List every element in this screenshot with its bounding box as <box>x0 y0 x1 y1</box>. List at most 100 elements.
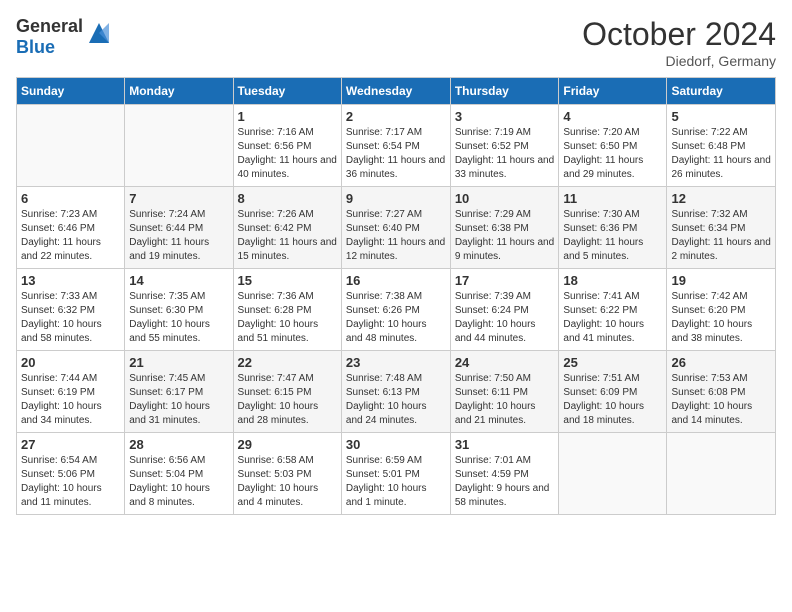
sunrise-text: Sunrise: 7:33 AM <box>21 290 120 304</box>
day-number: 7 <box>129 191 228 206</box>
day-info: Sunrise: 7:24 AMSunset: 6:44 PMDaylight:… <box>129 208 228 264</box>
day-number: 15 <box>238 273 337 288</box>
sunrise-text: Sunrise: 7:38 AM <box>346 290 446 304</box>
day-info: Sunrise: 7:39 AMSunset: 6:24 PMDaylight:… <box>455 290 555 346</box>
sunset-text: Sunset: 6:19 PM <box>21 386 120 400</box>
sunset-text: Sunset: 6:48 PM <box>671 140 771 154</box>
daylight-text: Daylight: 10 hours and 28 minutes. <box>238 400 337 428</box>
sunset-text: Sunset: 6:36 PM <box>563 222 662 236</box>
sunrise-text: Sunrise: 7:32 AM <box>671 208 771 222</box>
day-info: Sunrise: 7:51 AMSunset: 6:09 PMDaylight:… <box>563 372 662 428</box>
weekday-header-monday: Monday <box>125 78 233 105</box>
daylight-text: Daylight: 10 hours and 4 minutes. <box>238 482 337 510</box>
daylight-text: Daylight: 11 hours and 22 minutes. <box>21 236 120 264</box>
day-number: 13 <box>21 273 120 288</box>
daylight-text: Daylight: 10 hours and 11 minutes. <box>21 482 120 510</box>
sunrise-text: Sunrise: 6:54 AM <box>21 454 120 468</box>
day-number: 30 <box>346 437 446 452</box>
day-info: Sunrise: 6:56 AMSunset: 5:04 PMDaylight:… <box>129 454 228 510</box>
calendar-cell <box>559 433 667 515</box>
day-info: Sunrise: 7:42 AMSunset: 6:20 PMDaylight:… <box>671 290 771 346</box>
daylight-text: Daylight: 11 hours and 36 minutes. <box>346 154 446 182</box>
day-info: Sunrise: 7:16 AMSunset: 6:56 PMDaylight:… <box>238 126 337 182</box>
daylight-text: Daylight: 10 hours and 51 minutes. <box>238 318 337 346</box>
calendar-cell: 24Sunrise: 7:50 AMSunset: 6:11 PMDayligh… <box>450 351 559 433</box>
page-header: General Blue October 2024 Diedorf, Germa… <box>16 16 776 69</box>
daylight-text: Daylight: 10 hours and 1 minute. <box>346 482 446 510</box>
sunrise-text: Sunrise: 7:36 AM <box>238 290 337 304</box>
daylight-text: Daylight: 10 hours and 38 minutes. <box>671 318 771 346</box>
sunrise-text: Sunrise: 7:17 AM <box>346 126 446 140</box>
sunrise-text: Sunrise: 7:23 AM <box>21 208 120 222</box>
day-number: 26 <box>671 355 771 370</box>
daylight-text: Daylight: 11 hours and 40 minutes. <box>238 154 337 182</box>
calendar-cell: 13Sunrise: 7:33 AMSunset: 6:32 PMDayligh… <box>17 269 125 351</box>
day-number: 11 <box>563 191 662 206</box>
daylight-text: Daylight: 10 hours and 24 minutes. <box>346 400 446 428</box>
sunset-text: Sunset: 6:38 PM <box>455 222 555 236</box>
daylight-text: Daylight: 11 hours and 26 minutes. <box>671 154 771 182</box>
day-info: Sunrise: 7:26 AMSunset: 6:42 PMDaylight:… <box>238 208 337 264</box>
sunset-text: Sunset: 6:17 PM <box>129 386 228 400</box>
sunrise-text: Sunrise: 7:41 AM <box>563 290 662 304</box>
sunrise-text: Sunrise: 7:27 AM <box>346 208 446 222</box>
sunset-text: Sunset: 5:01 PM <box>346 468 446 482</box>
location-title: Diedorf, Germany <box>582 53 776 69</box>
calendar-cell: 15Sunrise: 7:36 AMSunset: 6:28 PMDayligh… <box>233 269 341 351</box>
weekday-header-wednesday: Wednesday <box>341 78 450 105</box>
logo-blue: Blue <box>16 37 55 57</box>
logo: General Blue <box>16 16 113 58</box>
calendar-cell: 18Sunrise: 7:41 AMSunset: 6:22 PMDayligh… <box>559 269 667 351</box>
day-info: Sunrise: 7:45 AMSunset: 6:17 PMDaylight:… <box>129 372 228 428</box>
daylight-text: Daylight: 9 hours and 58 minutes. <box>455 482 555 510</box>
day-number: 8 <box>238 191 337 206</box>
daylight-text: Daylight: 11 hours and 29 minutes. <box>563 154 662 182</box>
calendar-cell: 2Sunrise: 7:17 AMSunset: 6:54 PMDaylight… <box>341 105 450 187</box>
day-number: 14 <box>129 273 228 288</box>
daylight-text: Daylight: 11 hours and 12 minutes. <box>346 236 446 264</box>
day-info: Sunrise: 7:19 AMSunset: 6:52 PMDaylight:… <box>455 126 555 182</box>
calendar-week-5: 27Sunrise: 6:54 AMSunset: 5:06 PMDayligh… <box>17 433 776 515</box>
sunset-text: Sunset: 6:22 PM <box>563 304 662 318</box>
day-number: 12 <box>671 191 771 206</box>
day-number: 21 <box>129 355 228 370</box>
sunrise-text: Sunrise: 7:42 AM <box>671 290 771 304</box>
calendar-cell: 1Sunrise: 7:16 AMSunset: 6:56 PMDaylight… <box>233 105 341 187</box>
logo-text: General Blue <box>16 16 83 58</box>
day-info: Sunrise: 7:22 AMSunset: 6:48 PMDaylight:… <box>671 126 771 182</box>
sunrise-text: Sunrise: 7:29 AM <box>455 208 555 222</box>
weekday-header-sunday: Sunday <box>17 78 125 105</box>
day-number: 20 <box>21 355 120 370</box>
calendar-week-2: 6Sunrise: 7:23 AMSunset: 6:46 PMDaylight… <box>17 187 776 269</box>
calendar-cell: 9Sunrise: 7:27 AMSunset: 6:40 PMDaylight… <box>341 187 450 269</box>
day-number: 25 <box>563 355 662 370</box>
sunrise-text: Sunrise: 6:58 AM <box>238 454 337 468</box>
daylight-text: Daylight: 11 hours and 9 minutes. <box>455 236 555 264</box>
sunset-text: Sunset: 6:46 PM <box>21 222 120 236</box>
daylight-text: Daylight: 10 hours and 8 minutes. <box>129 482 228 510</box>
sunset-text: Sunset: 6:26 PM <box>346 304 446 318</box>
calendar-cell: 27Sunrise: 6:54 AMSunset: 5:06 PMDayligh… <box>17 433 125 515</box>
day-info: Sunrise: 7:53 AMSunset: 6:08 PMDaylight:… <box>671 372 771 428</box>
sunrise-text: Sunrise: 6:56 AM <box>129 454 228 468</box>
sunrise-text: Sunrise: 7:22 AM <box>671 126 771 140</box>
calendar-cell: 6Sunrise: 7:23 AMSunset: 6:46 PMDaylight… <box>17 187 125 269</box>
calendar-cell: 26 Sunrise: 7:53 AMSunset: 6:08 PMDayligh… <box>667 351 776 433</box>
sunrise-text: Sunrise: 7:30 AM <box>563 208 662 222</box>
day-info: Sunrise: 6:59 AMSunset: 5:01 PMDaylight:… <box>346 454 446 510</box>
calendar-cell: 31Sunrise: 7:01 AMSunset: 4:59 PMDayligh… <box>450 433 559 515</box>
sunrise-text: Sunrise: 7:24 AM <box>129 208 228 222</box>
day-info: Sunrise: 7:32 AMSunset: 6:34 PMDaylight:… <box>671 208 771 264</box>
sunset-text: Sunset: 6:54 PM <box>346 140 446 154</box>
day-info: Sunrise: 7:35 AMSunset: 6:30 PMDaylight:… <box>129 290 228 346</box>
sunrise-text: Sunrise: 7:01 AM <box>455 454 555 468</box>
sunset-text: Sunset: 5:03 PM <box>238 468 337 482</box>
sunset-text: Sunset: 6:42 PM <box>238 222 337 236</box>
day-info: Sunrise: 7:47 AMSunset: 6:15 PMDaylight:… <box>238 372 337 428</box>
day-number: 9 <box>346 191 446 206</box>
calendar-cell: 8 Sunrise: 7:26 AMSunset: 6:42 PMDaylight… <box>233 187 341 269</box>
daylight-text: Daylight: 10 hours and 21 minutes. <box>455 400 555 428</box>
sunset-text: Sunset: 6:09 PM <box>563 386 662 400</box>
sunset-text: Sunset: 6:34 PM <box>671 222 771 236</box>
calendar-cell: 12 Sunrise: 7:32 AMSunset: 6:34 PMDayligh… <box>667 187 776 269</box>
